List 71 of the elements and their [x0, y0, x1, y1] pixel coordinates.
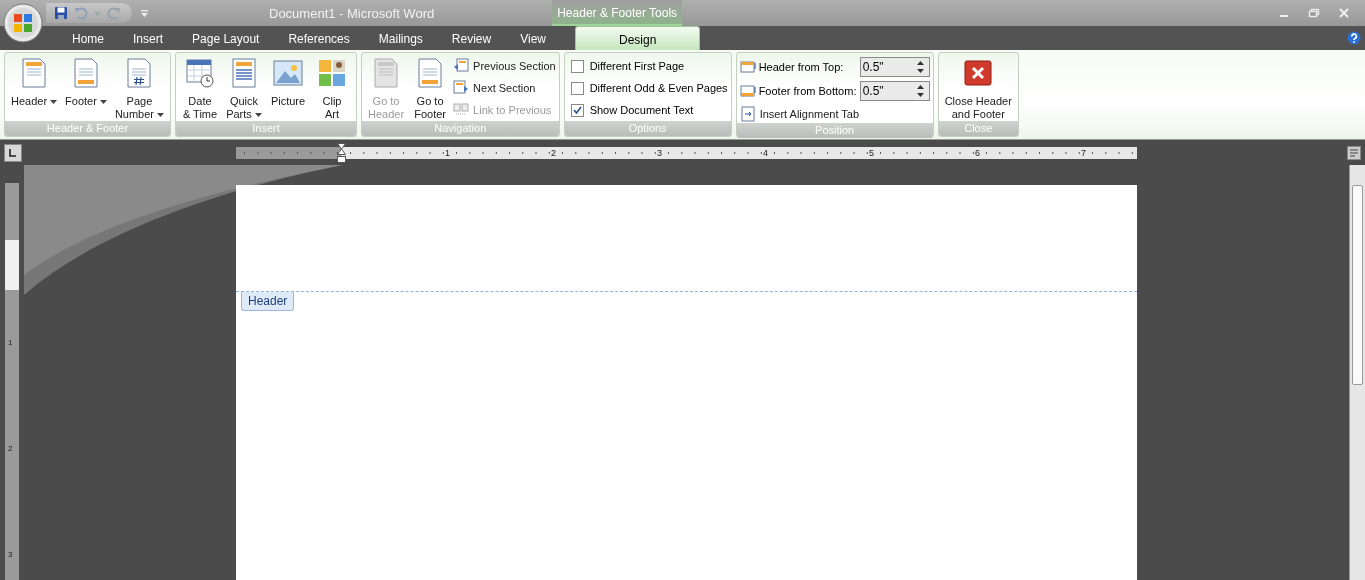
- ribbon-button[interactable]: Insert Alignment Tab: [739, 105, 930, 123]
- caret-icon: [50, 100, 58, 105]
- ribbon-tab[interactable]: Design: [574, 26, 701, 50]
- ribbon-button[interactable]: Footer: [62, 55, 110, 121]
- ribbon-button[interactable]: Quick Parts: [223, 55, 265, 121]
- ribbon-button[interactable]: Header: [8, 55, 61, 121]
- indent-marker-icon[interactable]: [337, 142, 346, 163]
- checkbox-label: Different First Page: [589, 60, 685, 72]
- checkbox[interactable]: [570, 103, 584, 117]
- clip-art-icon: [316, 57, 348, 89]
- ruler-number: 2: [8, 444, 13, 453]
- group-label: Insert: [176, 121, 356, 136]
- ribbon-tab[interactable]: View: [506, 26, 560, 50]
- ribbon-button[interactable]: Clip Art: [311, 55, 353, 121]
- picture-icon: [272, 57, 304, 89]
- group-label: Close: [938, 121, 1018, 136]
- close-icon[interactable]: [1337, 7, 1351, 19]
- field-label: Footer from Bottom:: [758, 85, 857, 97]
- scroll-thumb[interactable]: [1352, 185, 1363, 385]
- window-title: Document1 - Microsoft Word: [269, 5, 435, 21]
- customize-toolbar-icon[interactable]: [140, 7, 149, 19]
- calendar-clock-icon: [184, 57, 216, 89]
- ribbon-button[interactable]: Close Header and Footer: [941, 55, 1015, 121]
- ruler-number: 3: [8, 550, 13, 559]
- group-label: Options: [564, 121, 731, 136]
- checkbox-label: Different Odd & Even Pages: [589, 82, 728, 94]
- tab-selector-icon[interactable]: [4, 143, 22, 162]
- ribbon-tab[interactable]: References: [274, 26, 364, 50]
- group-label: Header & Footer: [5, 121, 170, 136]
- ruler-segment: [5, 240, 19, 290]
- field-label: Header from Top:: [758, 61, 845, 73]
- footer-position-icon: [739, 83, 756, 99]
- ribbon-tab[interactable]: Home: [58, 26, 118, 50]
- ribbon-button[interactable]: Page Number: [111, 55, 167, 121]
- group-label: Position: [736, 123, 933, 138]
- ribbon-tab[interactable]: Insert: [119, 26, 178, 50]
- spin-arrows-icon[interactable]: [915, 83, 925, 99]
- restore-icon[interactable]: [1307, 7, 1321, 19]
- vertical-ruler[interactable]: 1 2 3: [5, 183, 19, 580]
- scrollbar[interactable]: [1349, 165, 1365, 580]
- ribbon-button[interactable]: Previous Section: [453, 57, 556, 75]
- save-icon[interactable]: [54, 6, 68, 20]
- ribbon-button[interactable]: Picture: [267, 55, 309, 121]
- number-field[interactable]: 0.5": [859, 81, 930, 101]
- ribbon-button[interactable]: Go to Footer: [409, 55, 452, 121]
- checkbox[interactable]: [570, 81, 584, 95]
- view-ruler-icon[interactable]: [1347, 145, 1361, 160]
- checkbox-label: Show Document Text: [589, 104, 694, 116]
- header-position-icon: [739, 59, 756, 75]
- ribbon-tab[interactable]: Review: [437, 26, 506, 50]
- ribbon-button[interactable]: Next Section: [453, 79, 556, 97]
- link-pages-icon: [453, 102, 470, 118]
- caret-icon: [99, 100, 107, 105]
- checkbox[interactable]: [570, 59, 584, 73]
- spin-arrows-icon[interactable]: [915, 59, 925, 75]
- ribbon-button[interactable]: Date & Time: [179, 55, 221, 121]
- contextual-tab-label: Header & Footer Tools: [552, 0, 683, 26]
- number-field[interactable]: 0.5": [859, 57, 930, 77]
- close-icon: [962, 57, 995, 89]
- ribbon-tab[interactable]: Mailings: [364, 26, 437, 50]
- next-section-icon: [453, 80, 470, 96]
- help-icon[interactable]: [1347, 31, 1361, 45]
- caret-icon: [157, 113, 164, 118]
- caret-icon: [254, 113, 262, 118]
- previous-section-icon: [453, 58, 470, 74]
- header-tag: Header: [241, 292, 295, 311]
- alignment-tab-icon: [739, 106, 756, 122]
- ribbon-tab[interactable]: Page Layout: [178, 26, 274, 50]
- group-label: Navigation: [362, 121, 559, 136]
- ruler-number: 1: [8, 338, 13, 347]
- checkmark-icon: [571, 104, 583, 116]
